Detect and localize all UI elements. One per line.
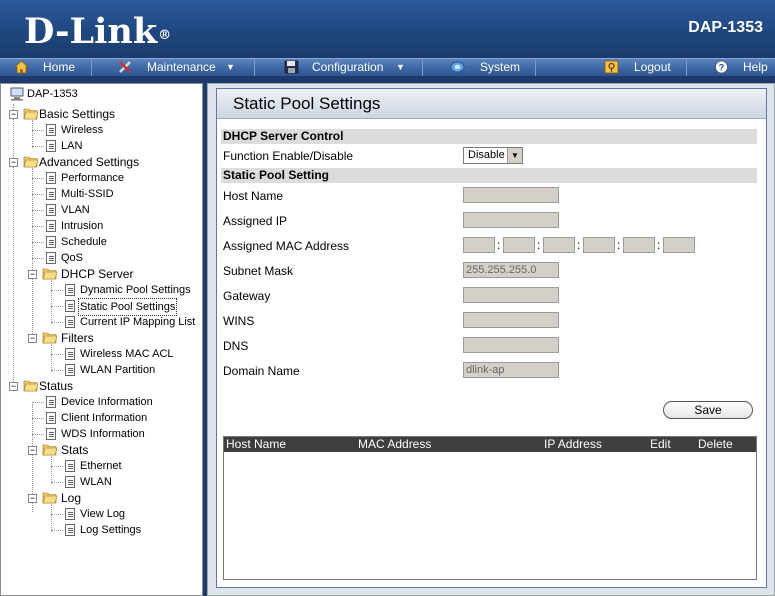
svg-text:?: ? <box>719 63 725 73</box>
expander-dhcp-icon[interactable]: − <box>28 270 37 279</box>
mac-separator: : <box>657 238 661 252</box>
expander-advanced-icon[interactable]: − <box>9 158 18 167</box>
menu-maintenance[interactable]: Maintenance ▼ <box>92 59 255 76</box>
chevron-down-icon: ▼ <box>226 62 235 72</box>
assigned-ip-input[interactable] <box>463 212 559 228</box>
disk-icon <box>284 60 299 74</box>
subnet-mask-input[interactable]: 255.255.255.0 <box>463 262 559 278</box>
document-icon <box>46 204 56 216</box>
document-icon <box>65 300 75 312</box>
folder-open-icon <box>42 444 58 456</box>
navigation-tree: DAP-1353 − Basic Settings Wireless LAN −… <box>0 83 203 596</box>
mac-octet-2-input[interactable] <box>503 237 535 253</box>
folder-open-icon <box>42 332 58 344</box>
expander-stats-icon[interactable]: − <box>28 446 37 455</box>
domain-name-label: Domain Name <box>223 364 300 378</box>
static-pool-table: Host Name MAC Address IP Address Edit De… <box>223 436 757 580</box>
assigned-ip-label: Assigned IP <box>223 214 288 228</box>
dns-input[interactable] <box>463 337 559 353</box>
help-icon: ? <box>715 60 728 74</box>
document-icon <box>46 396 56 408</box>
mac-octet-1-input[interactable] <box>463 237 495 253</box>
page-title-bar: Static Pool Settings <box>217 89 766 119</box>
document-icon <box>46 188 56 200</box>
menu-configuration[interactable]: Configuration ▼ <box>255 59 423 76</box>
column-delete: Delete <box>698 437 733 451</box>
host-name-input[interactable] <box>463 187 559 203</box>
wins-input[interactable] <box>463 312 559 328</box>
mac-separator: : <box>617 238 621 252</box>
document-icon <box>65 524 75 536</box>
document-icon <box>46 220 56 232</box>
mac-octet-4-input[interactable] <box>583 237 615 253</box>
folder-open-icon <box>23 380 39 392</box>
folder-open-icon <box>23 156 39 168</box>
chevron-down-icon: ▼ <box>396 62 405 72</box>
document-icon <box>46 172 56 184</box>
chevron-down-icon[interactable]: ▼ <box>507 148 522 163</box>
header: D-Link® DAP-1353 <box>0 0 775 58</box>
folder-open-icon <box>23 108 39 120</box>
document-icon <box>46 428 56 440</box>
host-name-label: Host Name <box>223 189 284 203</box>
expander-filters-icon[interactable]: − <box>28 334 37 343</box>
function-select[interactable]: Disable ▼ <box>463 147 523 164</box>
expander-status-icon[interactable]: − <box>9 382 18 391</box>
gateway-label: Gateway <box>223 289 271 303</box>
document-icon <box>65 476 75 488</box>
mac-separator: : <box>577 238 581 252</box>
menu-system[interactable]: System <box>423 59 536 76</box>
mac-octet-6-input[interactable] <box>663 237 695 253</box>
menu-help[interactable]: ? Help <box>687 59 775 76</box>
model-name: DAP-1353 <box>688 19 763 36</box>
mac-separator: : <box>497 238 501 252</box>
function-label: Function Enable/Disable <box>223 149 354 163</box>
document-icon <box>65 316 75 328</box>
menu-bar: Home Maintenance ▼ Configuration ▼ Syste… <box>0 58 775 76</box>
system-icon <box>450 61 465 73</box>
gateway-input[interactable] <box>463 287 559 303</box>
folder-open-icon <box>42 268 58 280</box>
wins-label: WINS <box>223 314 255 328</box>
save-button[interactable]: Save <box>663 401 753 419</box>
subnet-mask-label: Subnet Mask <box>223 264 294 278</box>
document-icon <box>46 412 56 424</box>
document-icon <box>65 284 75 296</box>
section-static-pool-setting: Static Pool Setting <box>221 168 757 183</box>
document-icon <box>65 348 75 360</box>
page-title: Static Pool Settings <box>233 94 381 113</box>
computer-icon <box>10 87 24 101</box>
domain-name-input[interactable]: dlink-ap <box>463 362 559 378</box>
document-icon <box>46 252 56 264</box>
column-mac-address: MAC Address <box>358 437 432 451</box>
dns-label: DNS <box>223 339 249 353</box>
home-icon <box>14 60 29 74</box>
menu-logout[interactable]: Logout <box>536 59 687 76</box>
section-dhcp-server-control: DHCP Server Control <box>221 129 757 144</box>
logout-icon <box>604 60 619 74</box>
assigned-mac-label: Assigned MAC Address <box>223 239 350 253</box>
document-icon <box>46 140 56 152</box>
document-icon <box>46 236 56 248</box>
expander-basic-icon[interactable]: − <box>9 110 18 119</box>
menu-home[interactable]: Home <box>0 59 92 76</box>
column-ip-address: IP Address <box>544 437 602 451</box>
column-edit: Edit <box>650 437 671 451</box>
document-icon <box>65 460 75 472</box>
mac-separator: : <box>537 238 541 252</box>
column-host-name: Host Name <box>226 437 287 451</box>
dlink-logo: D-Link® <box>24 11 172 52</box>
document-icon <box>65 508 75 520</box>
mac-octet-5-input[interactable] <box>623 237 655 253</box>
document-icon <box>65 364 75 376</box>
tools-icon <box>119 61 131 73</box>
expander-log-icon[interactable]: − <box>28 494 37 503</box>
folder-open-icon <box>42 492 58 504</box>
table-header: Host Name MAC Address IP Address Edit De… <box>224 437 756 452</box>
mac-octet-3-input[interactable] <box>543 237 575 253</box>
document-icon <box>46 124 56 136</box>
